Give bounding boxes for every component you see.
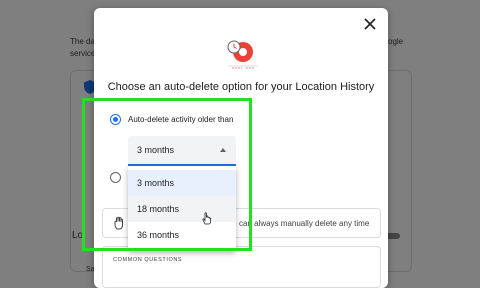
auto-delete-illustration bbox=[227, 40, 258, 69]
close-icon[interactable] bbox=[362, 16, 378, 32]
info-text: can always manually delete any time bbox=[239, 219, 370, 228]
menu-item-18-months[interactable]: 18 months bbox=[128, 196, 236, 222]
radio-keep-until-delete[interactable] bbox=[110, 172, 121, 183]
radio-auto-delete[interactable] bbox=[110, 114, 121, 125]
caret-up-icon bbox=[220, 148, 226, 152]
hand-cursor-icon bbox=[202, 212, 211, 225]
duration-select[interactable]: 3 months bbox=[128, 136, 236, 166]
hand-icon bbox=[114, 216, 123, 230]
common-questions-label: COMMON QUESTIONS bbox=[113, 257, 183, 263]
menu-item-3-months[interactable]: 3 months bbox=[128, 170, 236, 196]
auto-delete-option-label: Auto-delete activity older than bbox=[128, 115, 234, 124]
dialog-title: Choose an auto-delete option for your Lo… bbox=[107, 81, 375, 93]
common-questions-box: COMMON QUESTIONS bbox=[102, 246, 381, 288]
select-value: 3 months bbox=[137, 145, 175, 155]
auto-delete-dialog: Choose an auto-delete option for your Lo… bbox=[94, 8, 388, 288]
menu-item-36-months[interactable]: 36 months bbox=[128, 222, 236, 248]
duration-menu: 3 months 18 months 36 months bbox=[128, 166, 236, 251]
